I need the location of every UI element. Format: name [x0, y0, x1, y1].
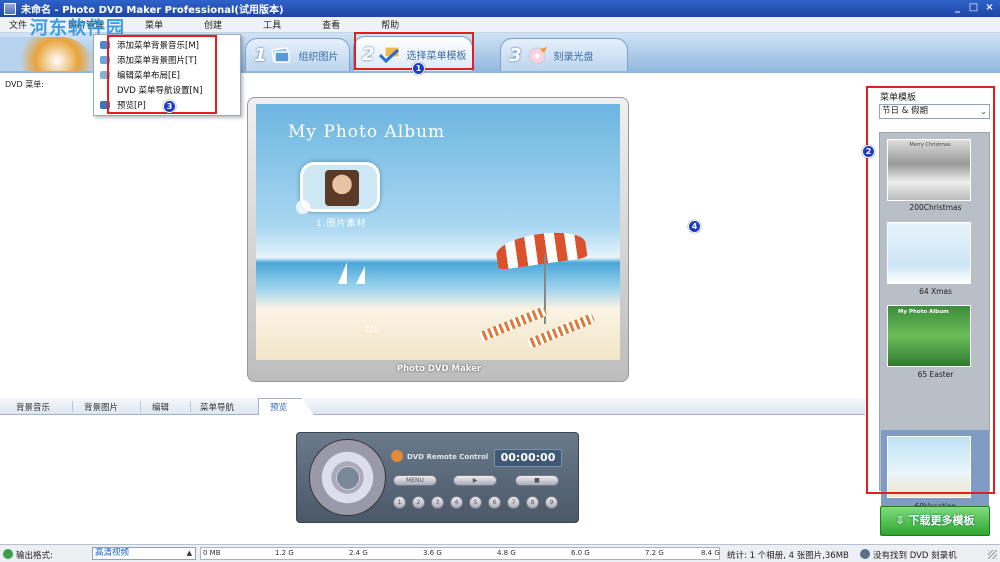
- minimize-button[interactable]: _: [951, 2, 964, 14]
- capacity-tick: 6.0 G: [571, 549, 590, 557]
- beach-umbrella-decoration: [494, 227, 588, 271]
- output-format-value: 高清视频: [95, 548, 130, 558]
- app-logo: [0, 37, 95, 71]
- tab-background-music[interactable]: 背景音乐: [16, 401, 50, 413]
- resize-grip[interactable]: [988, 550, 997, 559]
- number-button-2[interactable]: 2: [412, 496, 425, 509]
- tab-burn-disc[interactable]: 3 刻录光盘: [500, 38, 628, 71]
- download-icon: ⇩: [895, 514, 905, 527]
- stop-button[interactable]: ■: [515, 475, 559, 486]
- capacity-tick: 2.4 G: [349, 549, 368, 557]
- tab-separator: [72, 401, 73, 412]
- menu-file[interactable]: 文件: [0, 18, 27, 31]
- callout-badge-1: 1: [412, 62, 425, 75]
- chevron-up-icon: ▲: [186, 549, 192, 557]
- highlight-box-template-panel: [866, 86, 995, 494]
- photos-icon: [270, 47, 291, 63]
- tab-label: 刻录光盘: [553, 51, 594, 63]
- time-display: 00:00:00: [494, 449, 562, 467]
- maximize-button[interactable]: □: [967, 2, 980, 14]
- close-button[interactable]: ×: [983, 2, 996, 14]
- app-icon: [4, 2, 16, 15]
- tab-preview[interactable]: 预览: [270, 401, 287, 413]
- dvd-menu-label: DVD 菜单:: [5, 80, 44, 89]
- page-counter: 1/1: [364, 325, 379, 335]
- play-button[interactable]: ▶: [453, 475, 497, 486]
- burner-icon: [860, 549, 870, 559]
- tab-menu-navigation[interactable]: 菜单导航: [200, 401, 234, 413]
- output-format-select[interactable]: 高清视频 ▲: [92, 547, 196, 560]
- remote-label: DVD Remote Control: [407, 453, 489, 461]
- callout-badge-2: 2: [862, 145, 875, 158]
- dvd-logo-icon: [391, 450, 403, 462]
- menu-menu[interactable]: 菜单: [136, 18, 163, 31]
- capacity-tick: 8.4 G: [701, 549, 720, 557]
- sailboat-decoration: [338, 262, 347, 284]
- menu-button[interactable]: MENU: [393, 475, 437, 486]
- number-button-6[interactable]: 6: [488, 496, 501, 509]
- tab-separator: [140, 401, 141, 412]
- capacity-tick: 1.2 G: [275, 549, 294, 557]
- menu-view[interactable]: 查看: [313, 18, 340, 31]
- step-number: 3: [509, 44, 522, 66]
- album-statistics: 统计: 1 个相册, 4 张图片,36MB: [727, 551, 849, 561]
- bottom-tab-bar: 背景音乐 背景图片 编辑 菜单导航 预览: [0, 398, 866, 415]
- output-format-label: 输出格式:: [16, 551, 53, 561]
- title-bar: 未命名 - Photo DVD Maker Professional(试用版本)…: [0, 0, 1000, 17]
- download-label: 下载更多模板: [908, 514, 975, 527]
- sailboat-decoration: [356, 266, 365, 284]
- capacity-tick: 3.6 G: [423, 549, 442, 557]
- tab-organize-photos[interactable]: 1 组织图片: [245, 38, 350, 71]
- callout-badge-3: 3: [163, 100, 176, 113]
- burner-status: 没有找到 DVD 刻录机: [873, 551, 957, 561]
- number-button-1[interactable]: 1: [393, 496, 406, 509]
- capacity-tick: 0 MB: [203, 549, 221, 557]
- navigation-wheel[interactable]: [309, 439, 386, 516]
- number-button-7[interactable]: 7: [507, 496, 520, 509]
- status-bar: 输出格式: 高清视频 ▲ 0 MB 1.2 G 2.4 G 3.6 G 4.8 …: [0, 544, 1000, 562]
- album-title[interactable]: My Photo Album: [288, 122, 445, 142]
- number-button-5[interactable]: 5: [469, 496, 482, 509]
- tab-separator: [190, 401, 191, 412]
- tab-edit[interactable]: 编辑: [152, 401, 169, 413]
- highlight-box-dropdown: [107, 35, 217, 114]
- capacity-tick: 4.8 G: [497, 549, 516, 557]
- menu-bar: 文件 照片管理 菜单 创建 工具 查看 帮助: [0, 17, 1000, 33]
- capacity-tick: 7.2 G: [645, 549, 664, 557]
- number-button-9[interactable]: 9: [545, 496, 558, 509]
- tab-background-image[interactable]: 背景图片: [84, 401, 118, 413]
- menu-create[interactable]: 创建: [195, 18, 222, 31]
- menu-tools[interactable]: 工具: [254, 18, 281, 31]
- dvd-remote-control: DVD Remote Control 00:00:00 MENU ▶ ■ 1 2…: [296, 432, 579, 523]
- enter-button[interactable]: [336, 466, 360, 490]
- disc-capacity-bar: 0 MB 1.2 G 2.4 G 3.6 G 4.8 G 6.0 G 7.2 G…: [200, 547, 720, 560]
- number-button-3[interactable]: 3: [431, 496, 444, 509]
- album-caption[interactable]: 1.图片素材: [316, 216, 367, 229]
- step-number: 1: [254, 44, 267, 66]
- disc-icon: [526, 47, 547, 65]
- bubble-decoration: [296, 200, 310, 214]
- number-button-4[interactable]: 4: [450, 496, 463, 509]
- menu-preview-frame: My Photo Album 1.图片素材 1/1 Photo DVD Make…: [247, 97, 629, 382]
- output-format-icon: [3, 549, 13, 559]
- menu-preview-canvas[interactable]: My Photo Album 1.图片素材 1/1: [256, 104, 620, 360]
- album-photo-thumbnail[interactable]: [300, 162, 380, 212]
- number-button-8[interactable]: 8: [526, 496, 539, 509]
- portrait-photo: [325, 170, 359, 206]
- frame-brand-caption: Photo DVD Maker: [396, 364, 482, 374]
- tab-label: 组织图片: [298, 51, 339, 63]
- download-more-templates-button[interactable]: ⇩ 下载更多模板: [880, 506, 990, 536]
- menu-help[interactable]: 帮助: [372, 18, 399, 31]
- callout-badge-4: 4: [688, 220, 701, 233]
